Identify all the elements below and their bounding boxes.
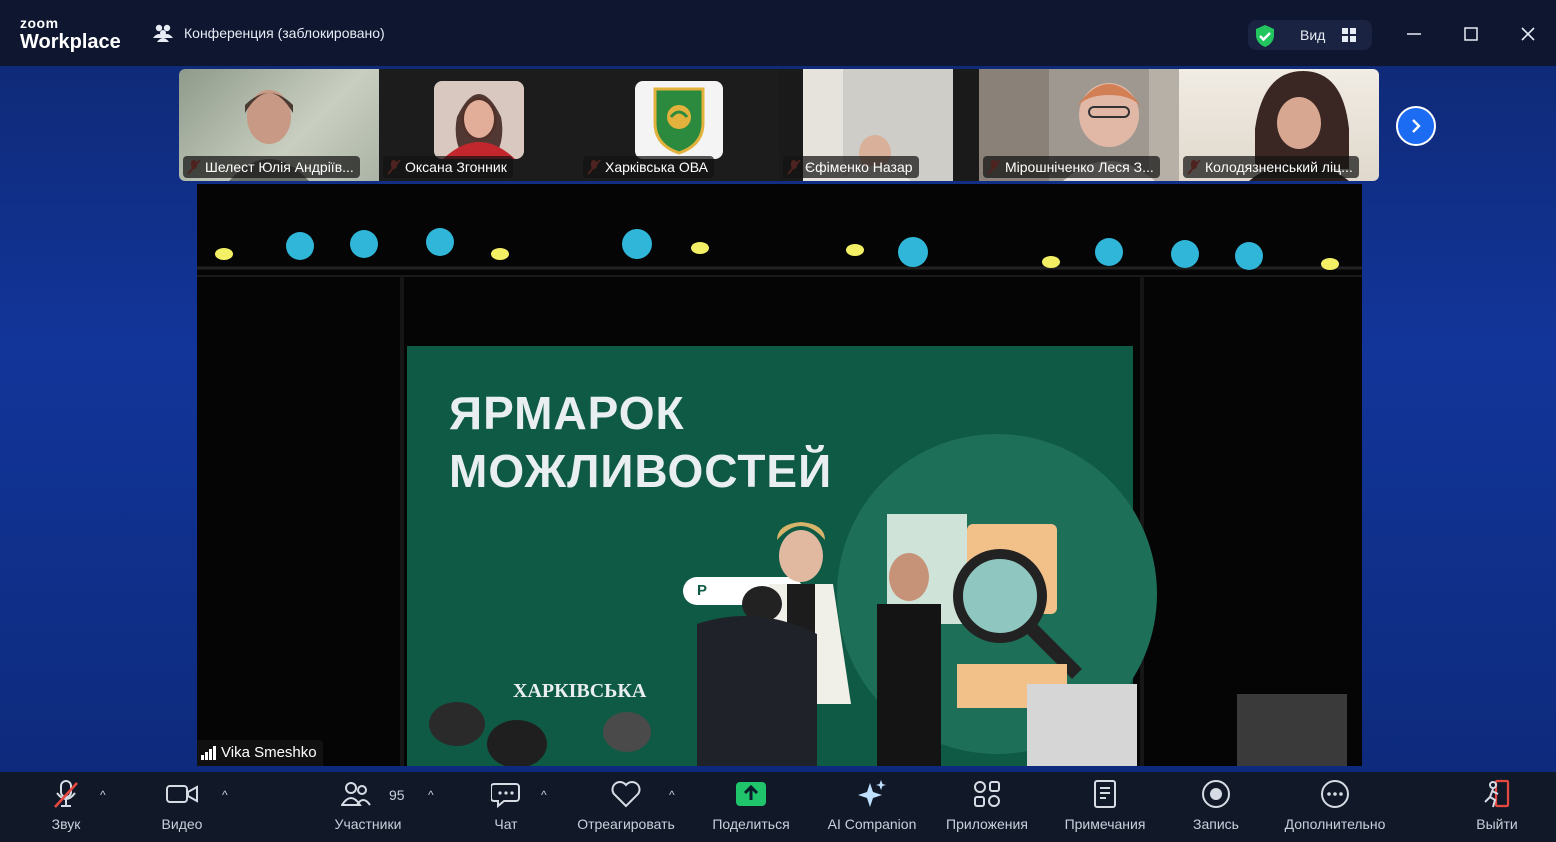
share-screen-icon <box>736 782 766 806</box>
video-button[interactable]: Видео <box>152 772 212 842</box>
react-options-caret[interactable]: ^ <box>669 788 675 802</box>
participants-icon <box>341 782 371 806</box>
participant-name: Мірошніченко Леся З... <box>983 156 1160 178</box>
apps-button[interactable]: Приложения <box>938 772 1036 842</box>
connection-bars-icon <box>201 746 216 760</box>
meeting-title: Конференция (заблокировано) <box>184 25 385 41</box>
notes-button[interactable]: Примечания <box>1058 772 1152 842</box>
video-options-caret[interactable]: ^ <box>222 788 228 802</box>
meeting-info[interactable]: Конференция (заблокировано) <box>152 24 385 42</box>
leave-label: Выйти <box>1476 816 1518 832</box>
participant-tile[interactable]: Колодязненський ліц... <box>1179 69 1379 181</box>
react-label: Отреагировать <box>577 816 675 832</box>
view-button[interactable]: Вид <box>1248 20 1372 50</box>
chat-label: Чат <box>494 816 518 832</box>
participant-tile[interactable]: Оксана Згонник <box>379 69 579 181</box>
ai-companion-button[interactable]: AI Companion <box>820 772 924 842</box>
close-icon <box>1521 27 1535 41</box>
record-label: Запись <box>1193 816 1239 832</box>
meeting-area: Шелест Юлія Андріїв... Оксана Згонник Ха… <box>0 66 1556 772</box>
zoom-logo: zoom Workplace <box>20 16 121 52</box>
minimize-icon <box>1407 33 1421 35</box>
audio-label: Звук <box>51 816 81 832</box>
video-label: Видео <box>161 816 203 832</box>
logo-zoom-text: zoom <box>20 15 59 31</box>
view-label: Вид <box>1300 27 1326 43</box>
chevron-right-icon <box>1412 119 1421 133</box>
participant-tile[interactable]: Шелест Юлія Андріїв... <box>179 69 379 181</box>
more-dots-icon <box>1321 780 1349 808</box>
chat-button[interactable]: Чат <box>484 772 528 842</box>
notes-icon <box>1094 780 1116 808</box>
participant-strip: Шелест Юлія Андріїв... Оксана Згонник Ха… <box>179 69 1379 181</box>
participant-tile[interactable]: Мірошніченко Леся З... <box>979 69 1179 181</box>
org-name: ХАРКІВСЬКА <box>513 680 647 702</box>
leave-door-icon <box>1484 779 1510 808</box>
heart-icon <box>611 781 641 808</box>
participants-button[interactable]: Участники <box>330 772 406 842</box>
next-page-button[interactable] <box>1396 106 1436 146</box>
ai-companion-label: AI Companion <box>827 816 917 832</box>
participants-label: Участники <box>334 816 402 832</box>
audio-options-caret[interactable]: ^ <box>100 788 106 802</box>
participant-tile[interactable]: Харківська ОВА <box>579 69 779 181</box>
speaker-name: Vika Smeshko <box>221 744 317 761</box>
chat-options-caret[interactable]: ^ <box>541 788 547 802</box>
leave-button[interactable]: Выйти <box>1468 772 1526 842</box>
close-button[interactable] <box>1516 22 1540 46</box>
sparkle-icon <box>858 780 886 807</box>
security-shield-icon <box>1256 25 1274 47</box>
react-button[interactable]: Отреагировать <box>570 772 682 842</box>
share-button[interactable]: Поделиться <box>706 772 796 842</box>
maximize-icon <box>1464 27 1478 41</box>
grid-view-icon <box>1342 28 1356 42</box>
title-bar: zoom Workplace Конференция (заблокирован… <box>0 0 1556 66</box>
share-label: Поделиться <box>712 816 790 832</box>
more-label: Дополнительно <box>1284 816 1386 832</box>
minimize-button[interactable] <box>1402 22 1426 46</box>
notes-label: Примечания <box>1064 816 1146 832</box>
participant-name: Шелест Юлія Андріїв... <box>183 156 360 178</box>
participant-name: Харківська ОВА <box>583 156 714 178</box>
logo-workplace-text: Workplace <box>20 31 121 53</box>
active-speaker-video[interactable]: ЯРМАРОК МОЖЛИВОСТЕЙ ХАРКІВСЬКА Р Vika Sm… <box>197 184 1362 766</box>
maximize-button[interactable] <box>1459 22 1483 46</box>
video-camera-icon <box>166 785 198 803</box>
record-icon <box>1202 780 1230 808</box>
participant-name: Єфіменко Назар <box>783 156 919 178</box>
record-button[interactable]: Запись <box>1186 772 1246 842</box>
search-bar-letter: Р <box>697 582 708 599</box>
more-button[interactable]: Дополнительно <box>1274 772 1396 842</box>
stage-foreground <box>429 434 1347 766</box>
participants-options-caret[interactable]: ^ <box>428 788 434 802</box>
chat-icon <box>491 783 520 808</box>
apps-label: Приложения <box>946 816 1028 832</box>
participants-count: 95 <box>389 787 405 803</box>
speaker-name-badge: Vika Smeshko <box>197 740 323 766</box>
participants-group-icon <box>153 24 173 42</box>
participant-name: Колодязненський ліц... <box>1183 156 1359 178</box>
participant-name: Оксана Згонник <box>383 156 513 178</box>
muted-microphone-icon <box>54 780 78 808</box>
participant-tile[interactable]: Єфіменко Назар <box>779 69 979 181</box>
meeting-toolbar: Звук ^ Видео ^ Участники 95 ^ Чат ^ Отре… <box>0 772 1556 842</box>
audio-button[interactable]: Звук <box>40 772 92 842</box>
apps-icon <box>974 781 1000 807</box>
